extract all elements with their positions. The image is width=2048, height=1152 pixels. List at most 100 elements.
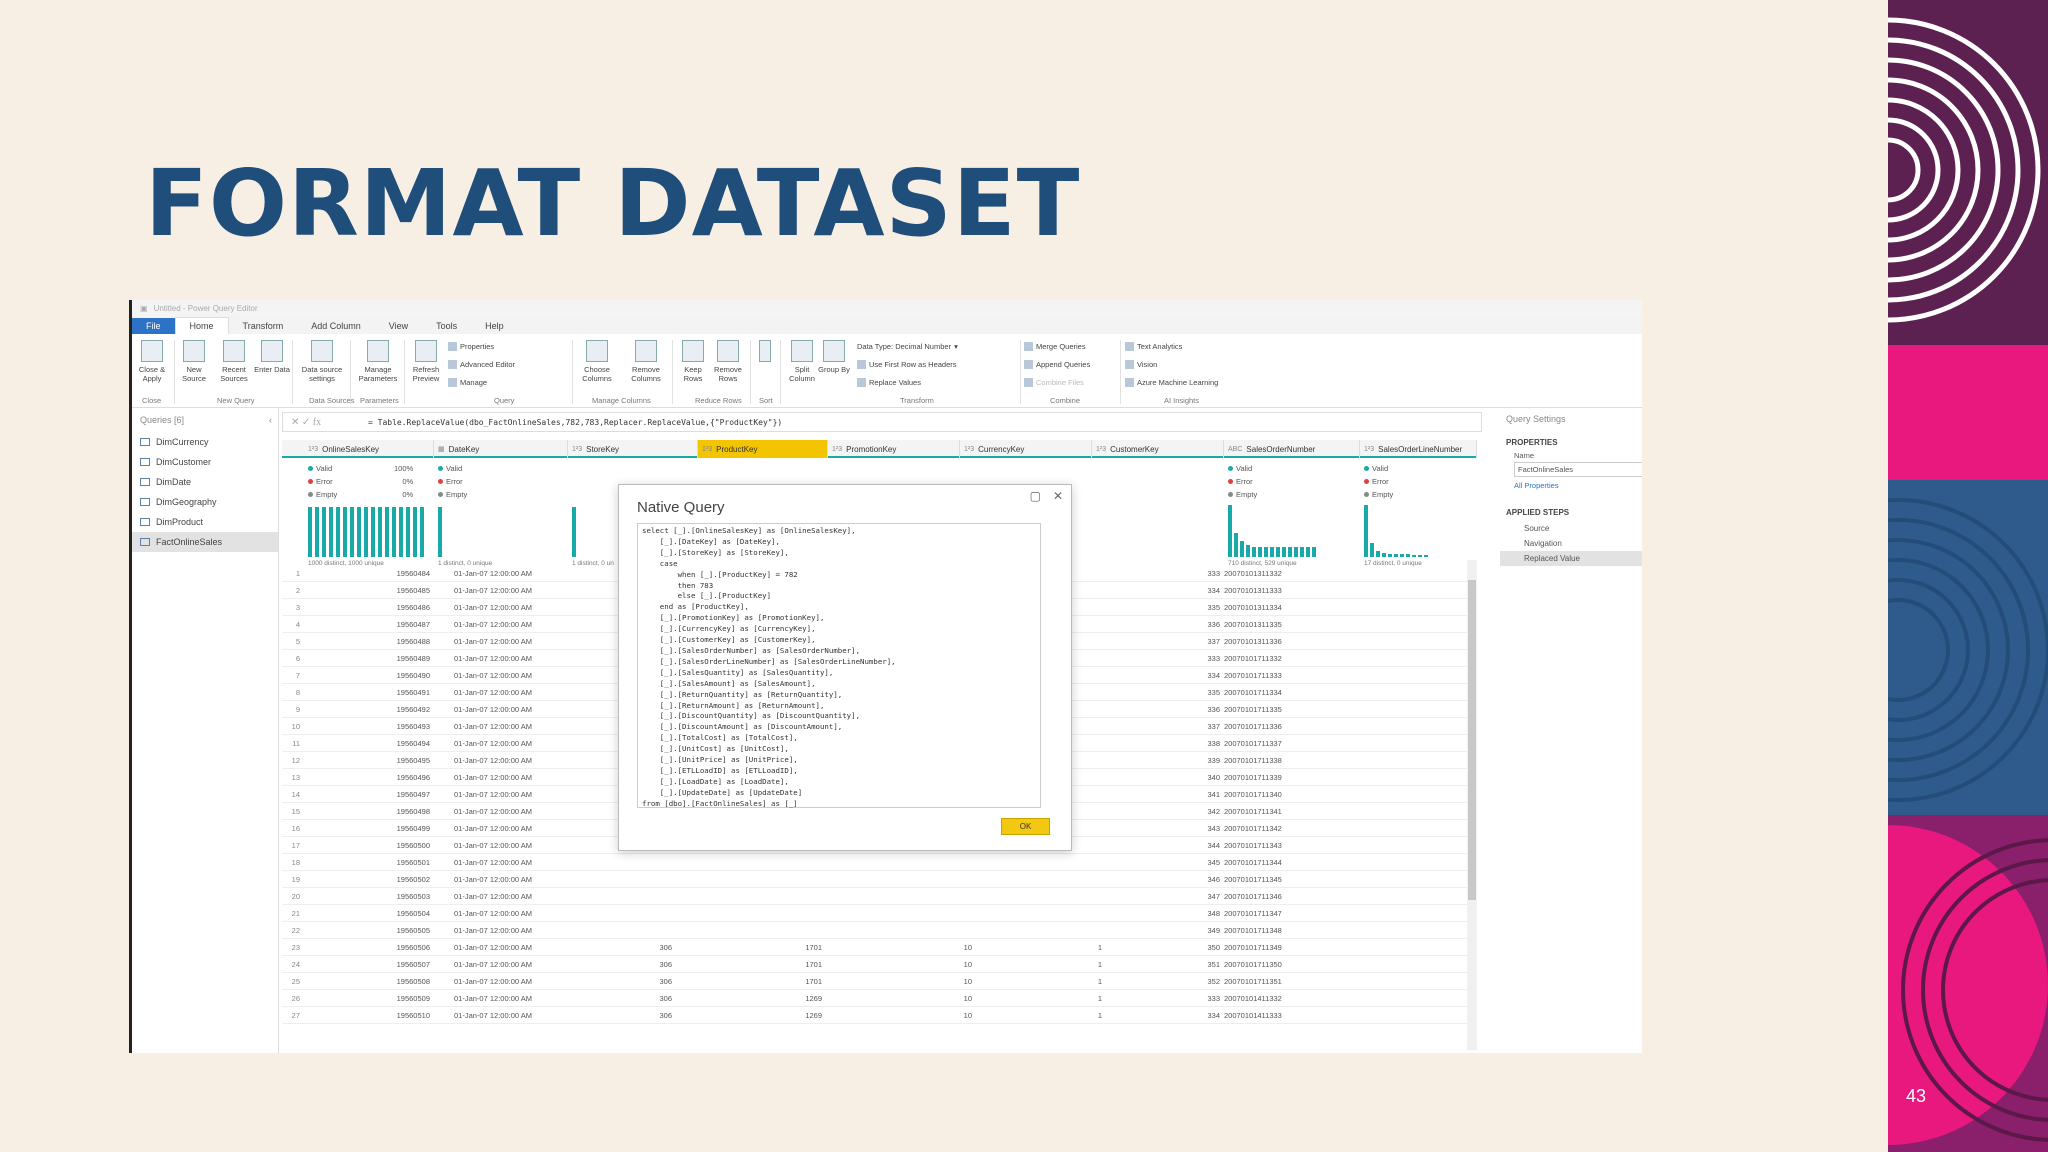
merge-queries-button[interactable]: Merge Queries [1024, 342, 1086, 351]
text-analytics-button[interactable]: Text Analytics [1125, 342, 1182, 351]
table-cell: 19560495 [396, 756, 430, 765]
all-properties-link[interactable]: All Properties [1500, 479, 1642, 492]
table-icon [140, 498, 150, 506]
query-item-dimcustomer[interactable]: DimCustomer [132, 452, 278, 472]
table-cell: 346 [1207, 875, 1220, 884]
save-icon[interactable]: ▣ [140, 304, 148, 313]
sort-icon [759, 340, 771, 362]
remove-rows-button[interactable]: Remove Rows [710, 340, 746, 383]
table-icon [261, 340, 283, 362]
remove-columns-button[interactable]: Remove Columns [625, 340, 667, 383]
column-header[interactable]: 1²3 SalesOrderLineNumber [1360, 440, 1477, 458]
column-header[interactable]: ▦ DateKey [434, 440, 568, 458]
properties-button[interactable]: Properties [448, 342, 494, 351]
use-first-row-button[interactable]: Use First Row as Headers [857, 360, 957, 369]
keep-rows-button[interactable]: Keep Rows [675, 340, 711, 383]
data-type-dropdown[interactable]: Data Type: Decimal Number ▾ [857, 342, 958, 351]
replace-values-button[interactable]: Replace Values [857, 378, 921, 387]
close-apply-button[interactable]: Close & Apply [134, 340, 170, 383]
table-cell: 1 [1097, 960, 1102, 969]
row-number: 4 [295, 620, 300, 629]
chevron-down-icon: ▾ [954, 342, 958, 351]
collapse-icon[interactable]: ‹ [269, 415, 272, 425]
advanced-editor-button[interactable]: Advanced Editor [448, 360, 515, 369]
maximize-icon[interactable]: ▢ [1030, 489, 1041, 503]
table-row[interactable]: 26 19560509 01-Jan-07 12:00:00 AM 306 1269 10… [282, 990, 1477, 1007]
recent-sources-button[interactable]: Recent Sources [216, 340, 252, 383]
query-name-field[interactable]: FactOnlineSales [1514, 462, 1642, 477]
query-item-dimproduct[interactable]: DimProduct [132, 512, 278, 532]
data-source-settings-button[interactable]: Data source settings [300, 340, 344, 383]
column-header[interactable]: 1²3 CurrencyKey [960, 440, 1092, 458]
query-item-dimcurrency[interactable]: DimCurrency [132, 432, 278, 452]
row-number: 1 [295, 569, 300, 578]
vertical-scrollbar[interactable] [1467, 560, 1477, 1050]
fx-icon: ✕ ✓ fx [291, 416, 322, 428]
column-header[interactable]: 1²3 CustomerKey [1092, 440, 1224, 458]
row-number: 16 [291, 824, 300, 833]
append-queries-button[interactable]: Append Queries [1024, 360, 1090, 369]
column-header[interactable]: 1²3 ProductKey [698, 440, 828, 458]
table-cell: 10 [963, 977, 972, 986]
formula-bar[interactable]: ✕ ✓ fx = Table.ReplaceValue(dbo_FactOnli… [282, 412, 1482, 432]
table-cell: 19560487 [396, 620, 430, 629]
tab-tools[interactable]: Tools [422, 318, 471, 334]
recent-sources-icon [223, 340, 245, 362]
split-column-button[interactable]: Split Column [784, 340, 820, 383]
sort-buttons[interactable] [754, 340, 776, 365]
refresh-preview-button[interactable]: Refresh Preview [408, 340, 444, 383]
table-cell: 19560492 [396, 705, 430, 714]
column-header[interactable]: 1²3 OnlineSalesKey [304, 440, 434, 458]
table-row[interactable]: 22 19560505 01-Jan-07 12:00:00 AM 349 200701… [282, 922, 1477, 939]
table-row[interactable]: 23 19560506 01-Jan-07 12:00:00 AM 306 1701 10… [282, 939, 1477, 956]
columns-icon [586, 340, 608, 362]
new-source-button[interactable]: New Source [176, 340, 212, 383]
column-header[interactable]: ABC SalesOrderNumber [1224, 440, 1360, 458]
step-navigation[interactable]: Navigation [1500, 536, 1642, 551]
tab-add-column[interactable]: Add Column [297, 318, 375, 334]
applied-steps-heading: APPLIED STEPS [1506, 508, 1570, 517]
tab-view[interactable]: View [375, 318, 422, 334]
manage-parameters-button[interactable]: Manage Parameters [356, 340, 400, 383]
enter-data-button[interactable]: Enter Data [254, 340, 290, 374]
table-cell: 19560501 [396, 858, 430, 867]
vision-button[interactable]: Vision [1125, 360, 1157, 369]
manage-button[interactable]: Manage [448, 378, 487, 387]
row-number: 19 [291, 875, 300, 884]
table-cell: 19560484 [396, 569, 430, 578]
step-replaced-value[interactable]: Replaced Value [1500, 551, 1642, 566]
tab-home[interactable]: Home [174, 317, 229, 334]
remove-icon [635, 340, 657, 362]
tab-transform[interactable]: Transform [229, 318, 298, 334]
table-row[interactable]: 24 19560507 01-Jan-07 12:00:00 AM 306 1701 10… [282, 956, 1477, 973]
tab-help[interactable]: Help [471, 318, 518, 334]
table-cell: 19560500 [396, 841, 430, 850]
query-item-factonlinesales[interactable]: FactOnlineSales [132, 532, 278, 552]
table-cell: 345 [1207, 858, 1220, 867]
table-cell: 19560496 [396, 773, 430, 782]
table-row[interactable]: 27 19560510 01-Jan-07 12:00:00 AM 306 1269 10… [282, 1007, 1477, 1024]
row-number: 12 [291, 756, 300, 765]
tab-file[interactable]: File [132, 318, 175, 334]
azure-ml-button[interactable]: Azure Machine Learning [1125, 378, 1218, 387]
group-by-button[interactable]: Group By [816, 340, 852, 374]
table-cell: 1 [1097, 943, 1102, 952]
table-row[interactable]: 20 19560503 01-Jan-07 12:00:00 AM 347 200701… [282, 888, 1477, 905]
table-cell: 19560491 [396, 688, 430, 697]
table-cell: 01-Jan-07 12:00:00 AM [454, 943, 532, 952]
table-row[interactable]: 19 19560502 01-Jan-07 12:00:00 AM 346 200701… [282, 871, 1477, 888]
query-item-dimdate[interactable]: DimDate [132, 472, 278, 492]
close-icon[interactable]: ✕ [1053, 489, 1063, 503]
ok-button[interactable]: OK [1001, 818, 1050, 835]
column-header[interactable]: 1²3 StoreKey [568, 440, 698, 458]
combine-files-button[interactable]: Combine Files [1024, 378, 1084, 387]
column-header[interactable]: 1²3 PromotionKey [828, 440, 960, 458]
query-item-dimgeography[interactable]: DimGeography [132, 492, 278, 512]
native-query-code[interactable]: select [_].[OnlineSalesKey] as [OnlineSa… [637, 523, 1041, 808]
step-source[interactable]: Source [1500, 521, 1642, 536]
table-row[interactable]: 18 19560501 01-Jan-07 12:00:00 AM 345 200701… [282, 854, 1477, 871]
table-row[interactable]: 21 19560504 01-Jan-07 12:00:00 AM 348 200701… [282, 905, 1477, 922]
choose-columns-button[interactable]: Choose Columns [579, 340, 615, 383]
window-title: Untitled - Power Query Editor [153, 303, 258, 313]
table-row[interactable]: 25 19560508 01-Jan-07 12:00:00 AM 306 1701 10… [282, 973, 1477, 990]
